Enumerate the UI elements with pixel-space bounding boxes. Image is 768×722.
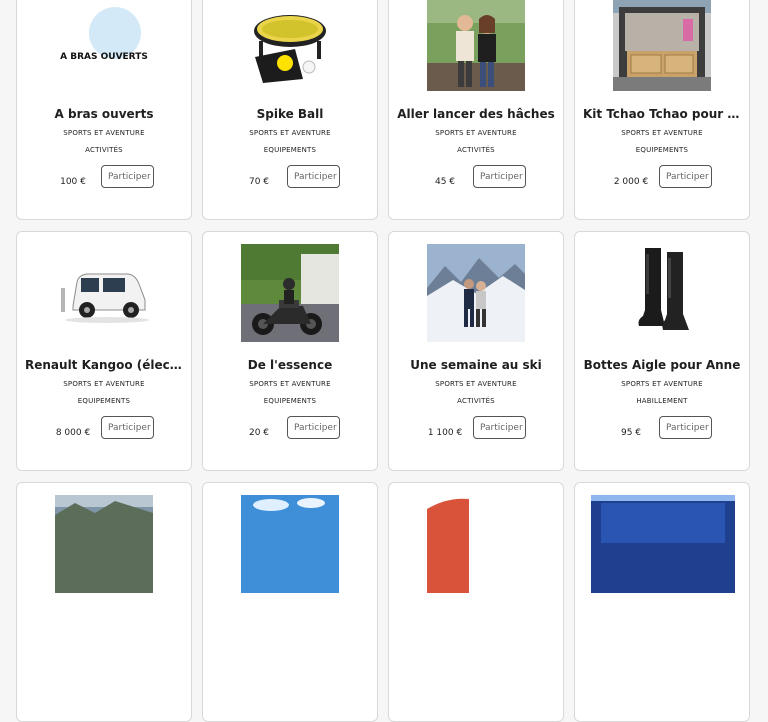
gift-card[interactable]: A BRAS OUVERTS A bras ouverts SPORTS ET … xyxy=(16,0,192,220)
gift-title: Aller lancer des hâches xyxy=(397,107,555,121)
participate-button[interactable]: Participer xyxy=(287,165,340,188)
gift-image xyxy=(613,0,711,91)
boots-image xyxy=(613,244,711,342)
orange-object-image xyxy=(427,495,525,593)
couple-photo xyxy=(427,0,525,91)
gift-card[interactable] xyxy=(388,482,564,722)
gift-title: Kit Tchao Tchao pour no… xyxy=(583,107,741,121)
participate-button[interactable]: Participer xyxy=(659,165,712,188)
gift-subcategory: EQUIPEMENTS xyxy=(263,146,317,154)
gift-category: SPORTS ET AVENTURE xyxy=(621,129,703,137)
gift-category: SPORTS ET AVENTURE xyxy=(249,380,331,388)
gift-price: 1 100 € xyxy=(427,428,463,438)
gift-subcategory: HABILLEMENT xyxy=(636,397,688,405)
gift-card[interactable]: Une semaine au ski SPORTS ET AVENTURE AC… xyxy=(388,231,564,471)
participate-button[interactable]: Participer xyxy=(659,416,712,439)
gift-category: SPORTS ET AVENTURE xyxy=(435,129,517,137)
gift-image xyxy=(55,495,153,593)
gift-image xyxy=(591,495,735,593)
participate-button[interactable]: Participer xyxy=(473,416,526,439)
gift-title: Spike Ball xyxy=(256,107,324,121)
gift-card[interactable] xyxy=(16,482,192,722)
gift-category: SPORTS ET AVENTURE xyxy=(249,129,331,137)
gift-price: 100 € xyxy=(60,177,86,187)
svg-text:A BRAS OUVERTS: A BRAS OUVERTS xyxy=(60,52,148,62)
gift-price: 2 000 € xyxy=(613,177,649,187)
gift-category: SPORTS ET AVENTURE xyxy=(63,129,145,137)
gift-image xyxy=(241,495,339,593)
gift-price: 8 000 € xyxy=(55,428,91,438)
gift-subcategory: EQUIPEMENTS xyxy=(77,397,131,405)
participate-button[interactable]: Participer xyxy=(101,416,154,439)
participate-button[interactable]: Participer xyxy=(473,165,526,188)
ski-photo xyxy=(427,244,525,342)
logo-image: A BRAS OUVERTS xyxy=(55,0,153,91)
gift-grid: A BRAS OUVERTS A bras ouverts SPORTS ET … xyxy=(0,0,768,722)
gift-title: A bras ouverts xyxy=(54,107,154,121)
gift-category: SPORTS ET AVENTURE xyxy=(621,380,703,388)
participate-button[interactable]: Participer xyxy=(287,416,340,439)
gift-price: 20 € xyxy=(248,428,270,438)
gift-image: A BRAS OUVERTS xyxy=(55,0,153,91)
gift-card[interactable]: De l'essence SPORTS ET AVENTURE EQUIPEME… xyxy=(202,231,378,471)
gift-image xyxy=(613,244,711,342)
blue-photo xyxy=(591,495,735,593)
gift-title: Renault Kangoo (électri… xyxy=(25,358,183,372)
motorbike-photo xyxy=(241,244,339,342)
gift-subcategory: ACTIVITÉS xyxy=(85,146,123,154)
gift-subcategory: EQUIPEMENTS xyxy=(635,146,689,154)
van-kit-photo xyxy=(613,0,711,91)
gift-image xyxy=(55,244,153,342)
kangoo-car-image xyxy=(55,244,153,342)
gift-card[interactable]: Kit Tchao Tchao pour no… SPORTS ET AVENT… xyxy=(574,0,750,220)
gift-subcategory: EQUIPEMENTS xyxy=(263,397,317,405)
gift-title: De l'essence xyxy=(247,358,333,372)
gift-title: Une semaine au ski xyxy=(410,358,542,372)
gift-image xyxy=(427,0,525,91)
sky-photo xyxy=(241,495,339,593)
gift-card[interactable]: Bottes Aigle pour Anne SPORTS ET AVENTUR… xyxy=(574,231,750,471)
gift-subcategory: ACTIVITÉS xyxy=(457,146,495,154)
spikeball-image xyxy=(241,0,339,91)
participate-button[interactable]: Participer xyxy=(101,165,154,188)
gift-card[interactable]: Spike Ball SPORTS ET AVENTURE EQUIPEMENT… xyxy=(202,0,378,220)
gift-card[interactable]: Renault Kangoo (électri… SPORTS ET AVENT… xyxy=(16,231,192,471)
gift-title: Bottes Aigle pour Anne xyxy=(583,358,741,372)
gift-subcategory: ACTIVITÉS xyxy=(457,397,495,405)
gift-card[interactable] xyxy=(202,482,378,722)
gift-category: SPORTS ET AVENTURE xyxy=(435,380,517,388)
gift-price: 70 € xyxy=(248,177,270,187)
gift-card[interactable]: Aller lancer des hâches SPORTS ET AVENTU… xyxy=(388,0,564,220)
gift-card[interactable] xyxy=(574,482,750,722)
landscape-photo xyxy=(55,495,153,593)
gift-image xyxy=(241,0,339,91)
gift-image xyxy=(427,244,525,342)
gift-image xyxy=(427,495,525,593)
gift-price: 45 € xyxy=(434,177,456,187)
gift-category: SPORTS ET AVENTURE xyxy=(63,380,145,388)
gift-price: 95 € xyxy=(620,428,642,438)
gift-image xyxy=(241,244,339,342)
